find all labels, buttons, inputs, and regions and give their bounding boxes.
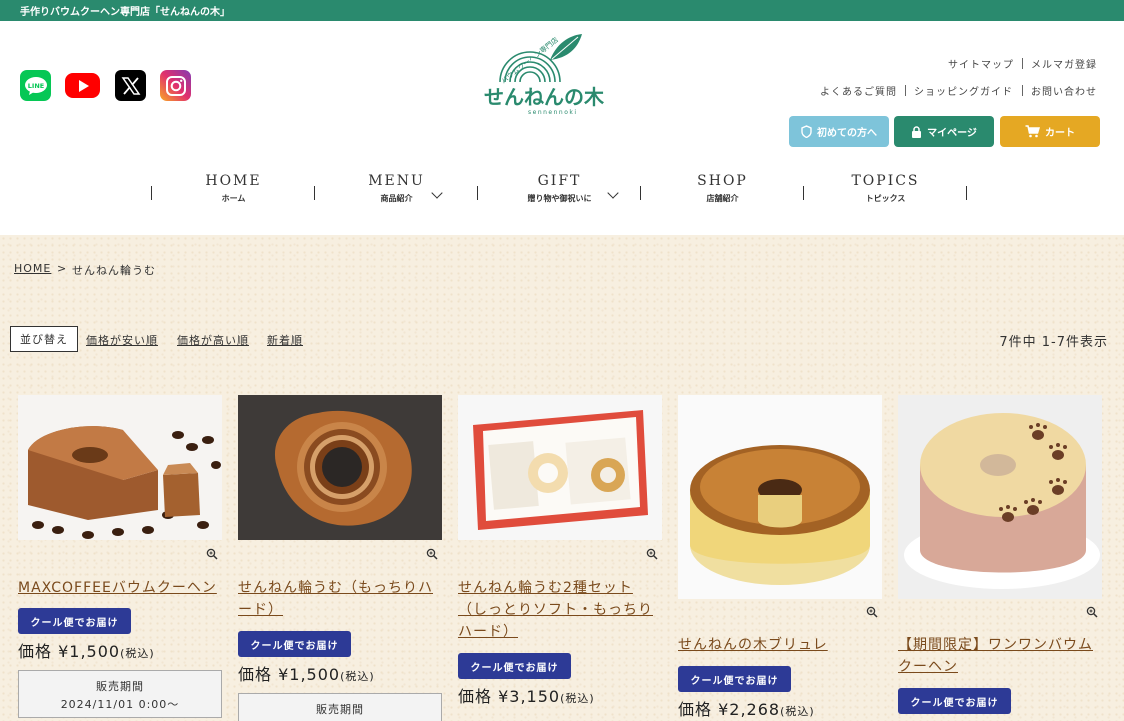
nav-sublabel: 店舗紹介: [706, 194, 739, 203]
utility-divider: [1022, 58, 1023, 69]
product-name[interactable]: せんねん輪うむ（もっちりハード）: [238, 577, 442, 621]
nav-item-home[interactable]: HOME ホーム: [152, 172, 315, 210]
shield-icon: [801, 125, 812, 138]
zoom-icon[interactable]: [866, 606, 878, 618]
product-image[interactable]: [458, 395, 662, 540]
first-time-label: 初めての方へ: [817, 128, 877, 139]
sale-period-date: 2024/11/01 0:00〜: [60, 698, 180, 711]
nav-sublabel: ホーム: [221, 194, 246, 203]
mypage-button[interactable]: マイページ: [894, 116, 994, 147]
cool-delivery-badge: クール便でお届け: [458, 653, 571, 679]
cool-delivery-badge: クール便でお届け: [238, 631, 351, 657]
site-logo[interactable]: バウムクーヘン専門店 せんねんの木 sennennoki: [478, 30, 643, 120]
nav-divider: [966, 186, 967, 200]
nav-label: SHOP: [697, 173, 748, 189]
product-price: 価格 ¥1,500(税込): [238, 665, 375, 684]
cool-delivery-badge: クール便でお届け: [678, 666, 791, 692]
nav-sublabel: 商品紹介: [380, 194, 413, 203]
youtube-icon[interactable]: [65, 73, 100, 98]
sort-label: 並び替え: [10, 326, 78, 352]
product-price: 価格 ¥1,500(税込): [18, 642, 155, 661]
faq-link[interactable]: よくあるご質問: [820, 83, 897, 98]
line-icon[interactable]: LINE: [20, 70, 51, 101]
zoom-icon[interactable]: [206, 548, 218, 560]
product-name[interactable]: 【期間限定】ワンワンバウムクーヘン: [898, 634, 1102, 678]
svg-text:せんねんの木: せんねんの木: [484, 85, 605, 109]
breadcrumb-home[interactable]: HOME: [14, 262, 51, 275]
nav-label: GIFT: [537, 173, 582, 189]
cart-icon: [1025, 125, 1040, 138]
product-image[interactable]: [898, 395, 1102, 599]
cool-delivery-badge: クール便でお届け: [18, 608, 131, 634]
svg-text:sennennoki: sennennoki: [528, 109, 578, 116]
zoom-icon[interactable]: [646, 548, 658, 560]
zoom-icon[interactable]: [426, 548, 438, 560]
result-count: 7件中 1-7件表示: [999, 335, 1108, 350]
x-icon[interactable]: [115, 70, 146, 101]
product-price: 価格 ¥3,150(税込): [458, 687, 595, 706]
sale-period-title: 販売期間: [96, 680, 144, 693]
product-image[interactable]: [238, 395, 442, 540]
product-name[interactable]: MAXCOFFEEバウムクーヘン: [18, 577, 222, 599]
nav-item-menu[interactable]: MENU 商品紹介: [315, 172, 478, 210]
sale-period-title: 販売期間: [316, 703, 364, 716]
nav-sublabel: トピックス: [865, 194, 906, 203]
breadcrumb-separator: >: [57, 262, 67, 275]
top-bar: 手作りバウムクーヘン専門店「せんねんの木」: [0, 0, 1124, 21]
product-name[interactable]: せんねん輪うむ2種セット（しっとりソフト・もっちりハード）: [458, 577, 662, 643]
sort-newest[interactable]: 新着順: [267, 332, 303, 348]
product-price: 価格 ¥2,268(税込): [678, 700, 815, 719]
mypage-label: マイページ: [927, 128, 977, 139]
nav-label: HOME: [205, 173, 262, 189]
contact-link[interactable]: お問い合わせ: [1031, 83, 1097, 98]
nav-label: MENU: [368, 173, 425, 189]
cool-delivery-badge: クール便でお届け: [898, 688, 1011, 714]
nav-item-topics[interactable]: TOPICS トピックス: [804, 172, 967, 210]
cart-button[interactable]: カート: [1000, 116, 1100, 147]
nav-item-shop[interactable]: SHOP 店舗紹介: [641, 172, 804, 210]
product-name[interactable]: せんねんの木ブリュレ: [678, 634, 882, 656]
zoom-icon[interactable]: [1086, 606, 1098, 618]
mailmag-link[interactable]: メルマガ登録: [1031, 56, 1097, 71]
utility-divider: [905, 85, 906, 96]
first-time-button[interactable]: 初めての方へ: [789, 116, 889, 147]
product-image[interactable]: [18, 395, 222, 540]
nav-item-gift[interactable]: GIFT 贈り物や御祝いに: [478, 172, 641, 210]
instagram-icon[interactable]: [160, 70, 191, 101]
breadcrumb-current: せんねん輪うむ: [72, 264, 156, 277]
sale-period-box: 販売期間 2024/11/01 0:00〜: [18, 670, 222, 718]
shopping-guide-link[interactable]: ショッピングガイド: [914, 83, 1013, 98]
sitemap-link[interactable]: サイトマップ: [948, 56, 1014, 71]
utility-divider: [1022, 85, 1023, 96]
sort-price-asc[interactable]: 価格が安い順: [86, 332, 158, 348]
sale-period-box: 販売期間: [238, 693, 442, 721]
svg-text:LINE: LINE: [27, 82, 43, 90]
sort-price-desc[interactable]: 価格が高い順: [177, 332, 249, 348]
shop-tagline: 手作りバウムクーヘン専門店「せんねんの木」: [20, 7, 230, 18]
product-image[interactable]: [678, 395, 882, 599]
nav-label: TOPICS: [851, 173, 920, 189]
lock-icon: [912, 125, 922, 138]
cart-label: カート: [1045, 128, 1075, 139]
